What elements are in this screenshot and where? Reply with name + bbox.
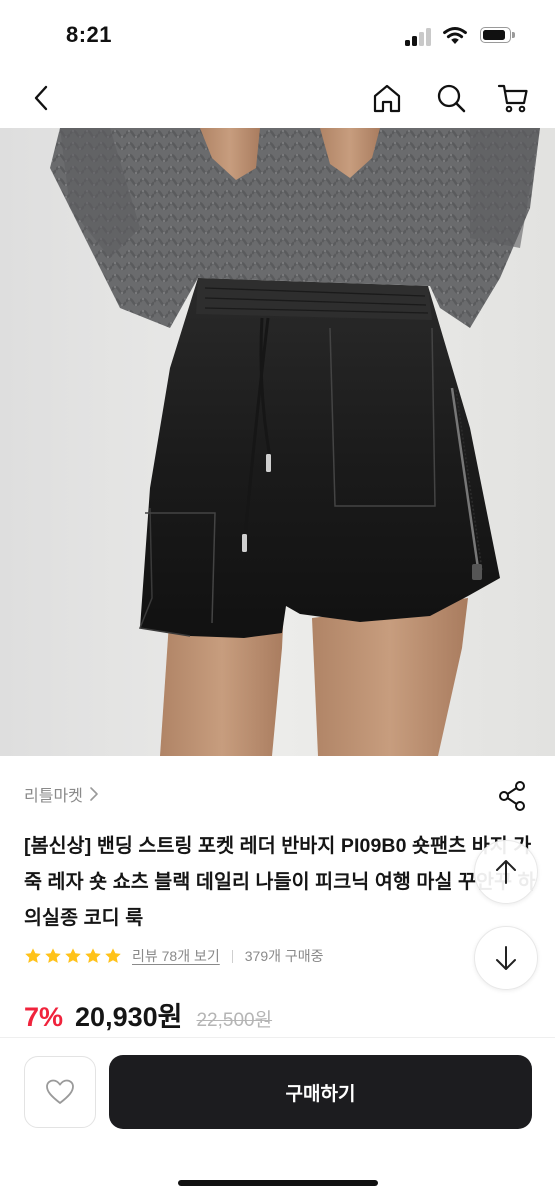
star-icon [85,948,101,963]
status-bar: 8:21 [0,0,555,70]
home-indicator [178,1180,378,1186]
wishlist-button[interactable] [24,1056,96,1128]
scroll-top-button[interactable] [474,840,538,904]
store-name: 리틀마켓 [24,788,83,805]
purchase-count: 379개 구매중 [244,948,324,964]
discount-rate: 7% [24,1002,64,1032]
cellular-signal-icon [405,28,433,46]
price-row: 7% 20,930원 22,500원 [24,995,272,1034]
star-icon [25,948,41,963]
search-icon [437,84,466,113]
arrow-down-icon [496,946,516,970]
chevron-right-icon [90,787,98,801]
buy-button[interactable]: 구매하기 [109,1055,532,1129]
battery-icon [480,27,516,45]
divider [231,949,233,963]
rating-row: 리뷰 78개 보기 379개 구매중 [24,946,324,966]
share-button[interactable] [494,776,530,816]
home-button[interactable] [365,76,409,120]
chevron-left-icon [34,85,48,111]
divider [0,1037,555,1038]
scroll-bottom-button[interactable] [474,926,538,990]
star-icon [105,948,121,963]
store-link[interactable]: 리틀마켓 [24,782,99,806]
product-image[interactable] [0,128,555,756]
star-rating [24,947,122,965]
wifi-icon [442,24,468,46]
review-link[interactable]: 리뷰 78개 보기 [132,946,220,966]
top-nav-bar [0,70,555,128]
star-icon [65,948,81,963]
home-icon [373,84,401,113]
share-icon [499,781,525,811]
back-button[interactable] [20,76,64,120]
cart-button[interactable] [491,76,535,120]
cart-icon [497,84,528,113]
arrow-up-icon [496,860,516,884]
star-icon [45,948,61,963]
search-button[interactable] [429,76,473,120]
heart-icon [46,1079,74,1104]
original-price: 22,500원 [196,1010,273,1031]
sale-price: 20,930원 [75,1002,183,1032]
product-title: [봄신상] 밴딩 스트링 포켓 레더 반바지 PI09B0 숏팬츠 바지 가죽 … [24,835,536,929]
status-time: 8:21 [66,22,113,47]
